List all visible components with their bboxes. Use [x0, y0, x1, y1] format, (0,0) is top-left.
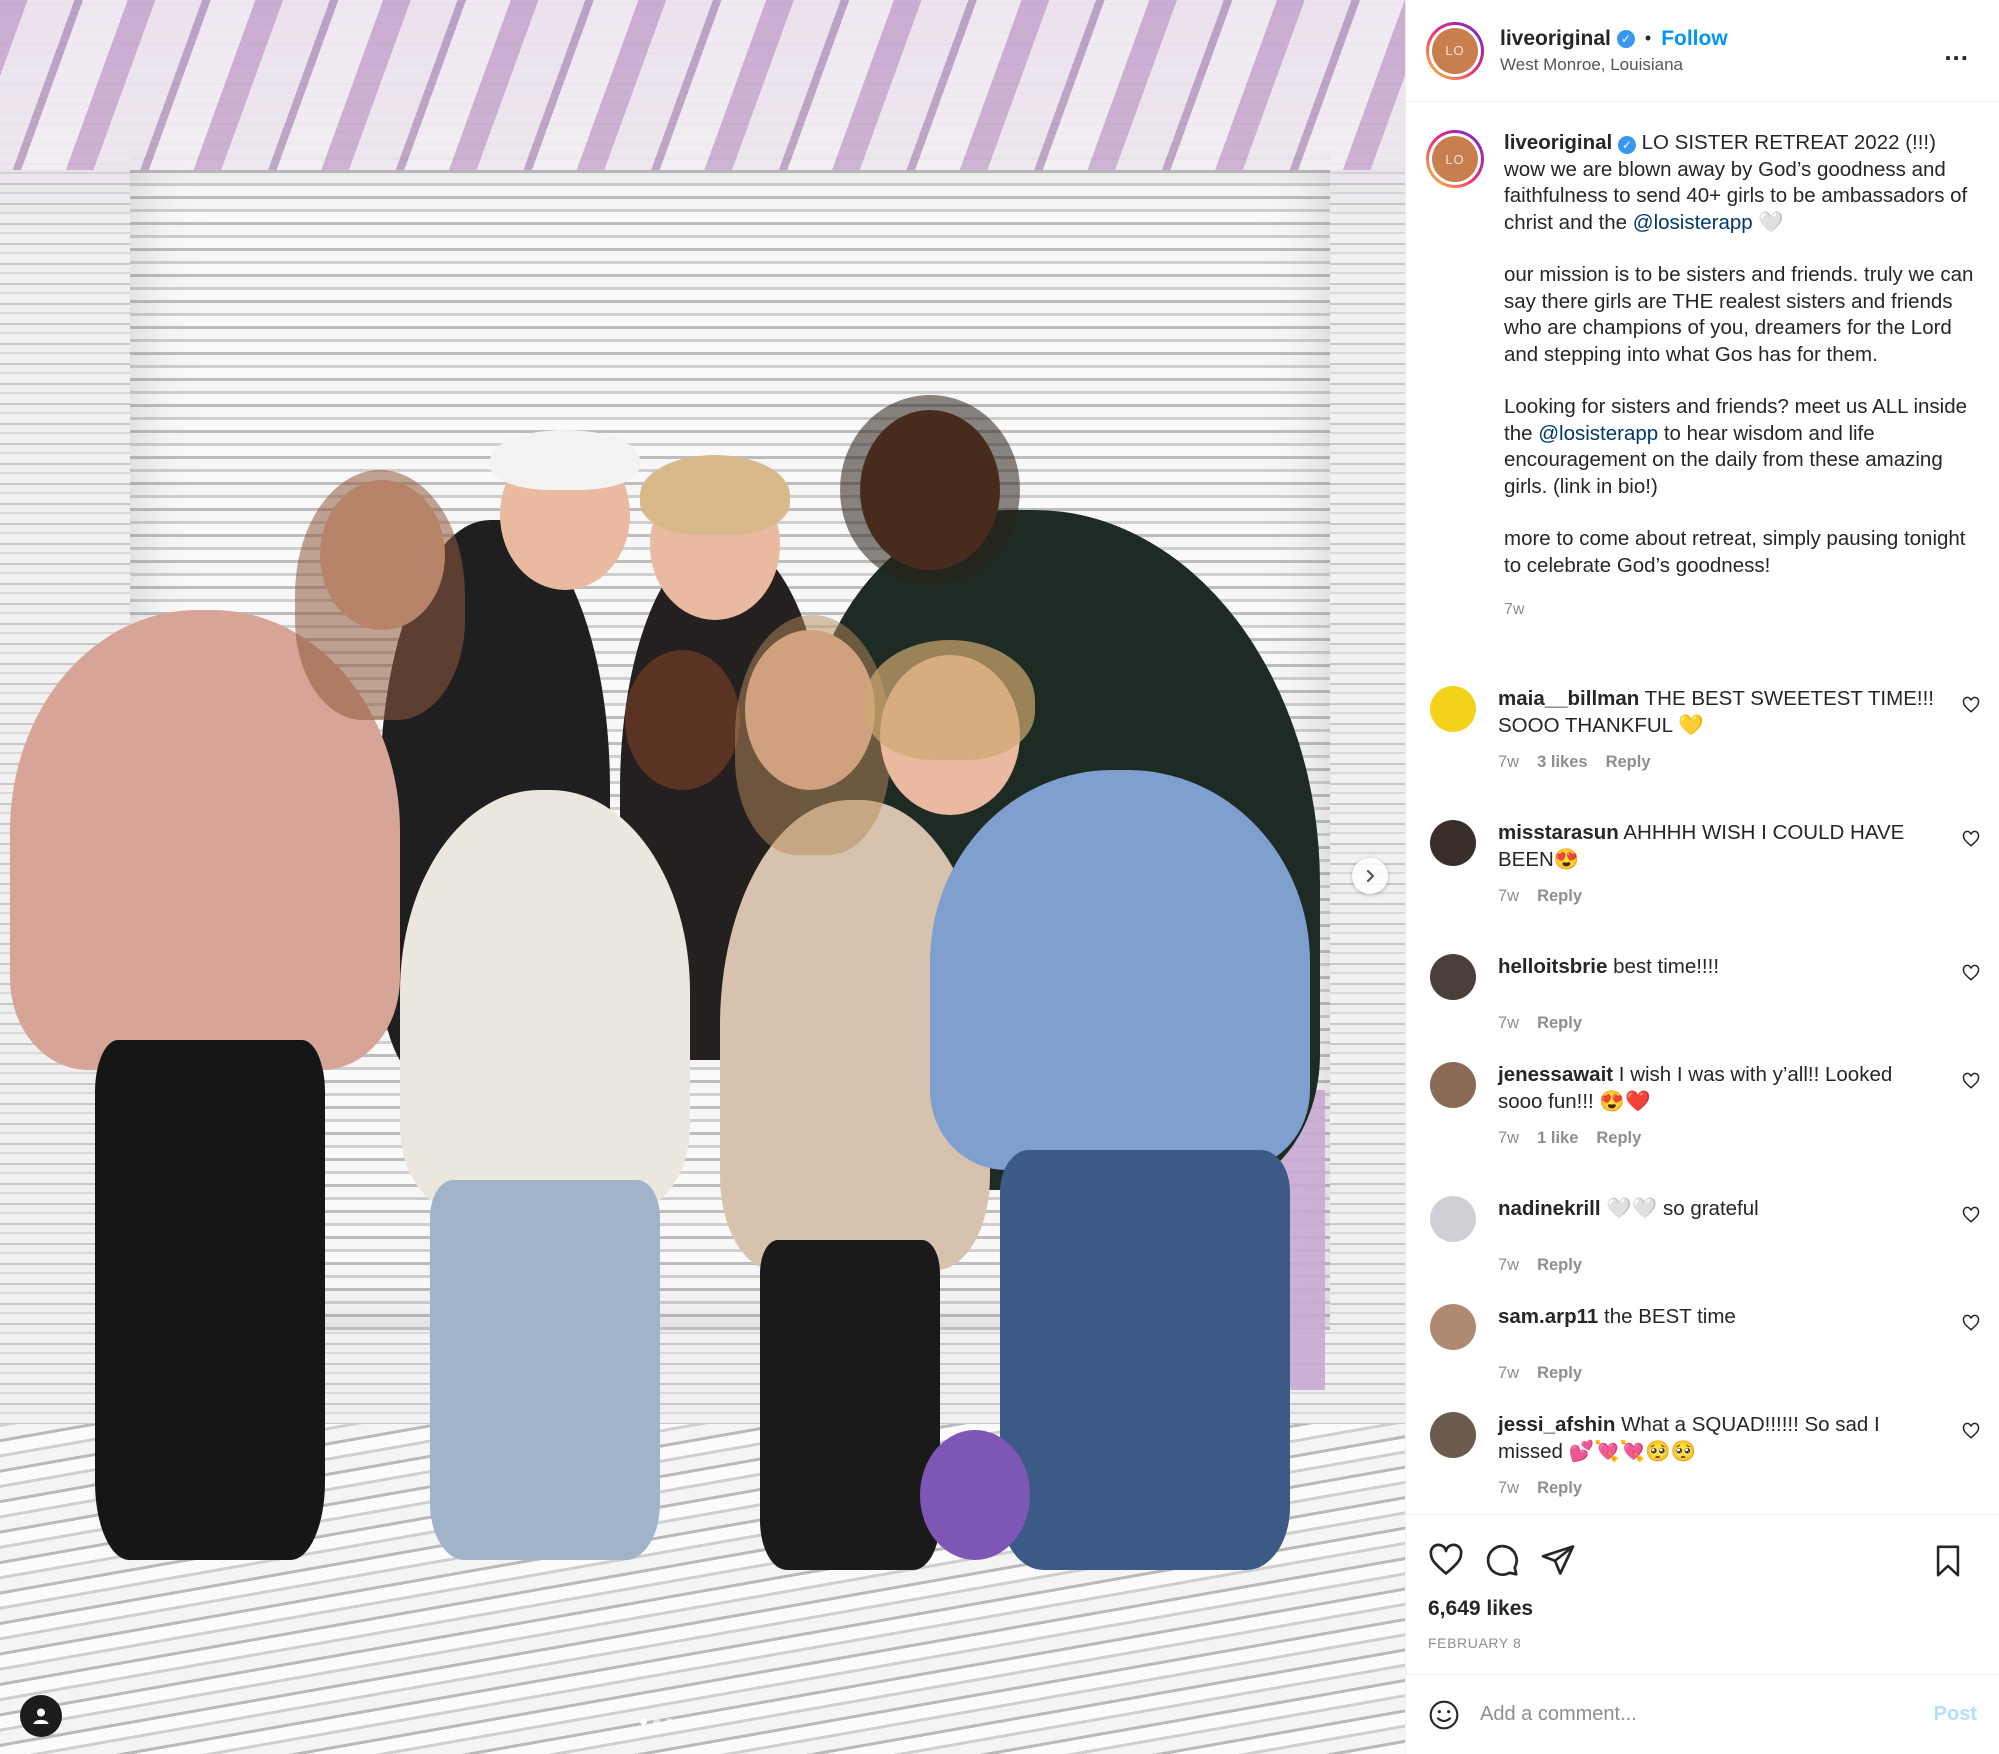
caption-emoji: 🤍 — [1758, 210, 1784, 234]
reply-button[interactable]: Reply — [1596, 1129, 1641, 1148]
comment-icon[interactable] — [1484, 1542, 1520, 1578]
post-header: LO liveoriginal ✓ • Follow West Monroe, … — [1406, 0, 1999, 102]
comment-time[interactable]: 7w — [1498, 1014, 1519, 1033]
comment-item: jenessawait I wish I was with y’all!! Lo… — [1426, 1062, 1986, 1148]
post-caption: LO liveoriginal ✓ LO SISTER RETREAT 2022… — [1406, 102, 1999, 624]
comment-text: best time!!!! — [1613, 955, 1720, 978]
comment-text: 🤍🤍 so grateful — [1606, 1197, 1759, 1220]
commenter-username[interactable]: misstarasun — [1498, 821, 1619, 844]
carousel-dot — [653, 1718, 660, 1725]
commenter-username[interactable]: maia__billman — [1498, 687, 1639, 710]
bookmark-icon[interactable] — [1931, 1543, 1965, 1579]
reply-button[interactable]: Reply — [1537, 887, 1582, 906]
verified-badge-icon: ✓ — [1617, 136, 1636, 155]
commenter-avatar[interactable] — [1430, 820, 1476, 866]
next-image-button[interactable] — [1352, 858, 1388, 894]
reply-button[interactable]: Reply — [1537, 1479, 1582, 1498]
comment-time[interactable]: 7w — [1498, 887, 1519, 906]
avatar-logo: LO — [1432, 27, 1478, 74]
like-comment-heart-icon[interactable] — [1962, 1072, 1980, 1090]
comment-item: sam.arp11 the BEST time 7w Reply — [1426, 1304, 1986, 1383]
commenter-username[interactable]: sam.arp11 — [1498, 1305, 1598, 1328]
carousel-dot — [679, 1718, 686, 1725]
photo-ceiling — [0, 0, 1405, 170]
comment-text: the BEST time — [1604, 1305, 1736, 1328]
caption-author-avatar[interactable]: LO — [1426, 130, 1484, 188]
add-comment-bar: Post — [1406, 1674, 1999, 1754]
like-comment-heart-icon[interactable] — [1962, 830, 1980, 848]
commenter-avatar[interactable] — [1430, 686, 1476, 732]
commenter-username[interactable]: jessi_afshin — [1498, 1413, 1615, 1436]
like-comment-heart-icon[interactable] — [1962, 964, 1980, 982]
caption-text-4: more to come about retreat, simply pausi… — [1504, 527, 1966, 577]
comment-item: misstarasun AHHHH WISH I COULD HAVE BEEN… — [1426, 820, 1986, 906]
carousel-indicator — [640, 1718, 699, 1725]
header-separator: • — [1644, 28, 1652, 48]
caption-mention[interactable]: @losisterapp — [1538, 422, 1658, 445]
post-sidebar: LO liveoriginal ✓ • Follow West Monroe, … — [1405, 0, 1999, 1754]
comment-likes[interactable]: 1 like — [1537, 1129, 1578, 1148]
comment-item: helloitsbrie best time!!!! 7w Reply — [1426, 954, 1986, 1033]
emoji-icon[interactable] — [1428, 1699, 1460, 1731]
verified-badge-icon: ✓ — [1616, 29, 1635, 48]
comment-likes[interactable]: 3 likes — [1537, 753, 1587, 772]
commenter-username[interactable]: helloitsbrie — [1498, 955, 1607, 978]
author-username[interactable]: liveoriginal — [1500, 27, 1611, 51]
more-options-button[interactable]: ... — [1944, 36, 1969, 67]
like-comment-heart-icon[interactable] — [1962, 1314, 1980, 1332]
like-comment-heart-icon[interactable] — [1962, 1206, 1980, 1224]
heart-icon[interactable] — [1428, 1542, 1464, 1578]
post-date[interactable]: FEBRUARY 8 — [1428, 1635, 1977, 1651]
avatar-logo: LO — [1432, 136, 1478, 182]
commenter-avatar[interactable] — [1430, 1412, 1476, 1458]
comment-item: maia__billman THE BEST SWEETEST TIME!!! … — [1426, 686, 1986, 772]
post-location[interactable]: West Monroe, Louisiana — [1500, 55, 1728, 75]
like-comment-heart-icon[interactable] — [1962, 1422, 1980, 1440]
share-icon[interactable] — [1540, 1542, 1576, 1578]
comment-time[interactable]: 7w — [1498, 753, 1519, 772]
caption-mention[interactable]: @losisterapp — [1633, 211, 1753, 234]
reply-button[interactable]: Reply — [1606, 753, 1651, 772]
post-actions: 6,649 likes FEBRUARY 8 — [1406, 1514, 1999, 1674]
commenter-avatar[interactable] — [1430, 1062, 1476, 1108]
carousel-dot-active — [640, 1718, 647, 1725]
commenter-username[interactable]: nadinekrill — [1498, 1197, 1601, 1220]
add-comment-input[interactable] — [1480, 1703, 1934, 1726]
commenter-avatar[interactable] — [1430, 1196, 1476, 1242]
reply-button[interactable]: Reply — [1537, 1014, 1582, 1033]
commenter-avatar[interactable] — [1430, 954, 1476, 1000]
author-avatar[interactable]: LO — [1426, 21, 1484, 80]
follow-button[interactable]: Follow — [1661, 27, 1728, 51]
commenter-avatar[interactable] — [1430, 1304, 1476, 1350]
caption-timestamp[interactable]: 7w — [1504, 597, 1974, 624]
chevron-right-icon — [1366, 869, 1375, 883]
like-comment-heart-icon[interactable] — [1962, 696, 1980, 714]
carousel-dot — [666, 1718, 673, 1725]
comment-item: nadinekrill 🤍🤍 so grateful 7w Reply — [1426, 1196, 1986, 1275]
like-count[interactable]: 6,649 likes — [1428, 1597, 1977, 1621]
user-icon — [33, 1708, 49, 1724]
commenter-username[interactable]: jenessawait — [1498, 1063, 1613, 1086]
caption-username[interactable]: liveoriginal — [1504, 131, 1612, 154]
carousel-dot — [692, 1718, 699, 1725]
caption-text-2: our mission is to be sisters and friends… — [1504, 263, 1974, 366]
comment-time[interactable]: 7w — [1498, 1364, 1519, 1383]
comment-time[interactable]: 7w — [1498, 1479, 1519, 1498]
comments-scroll-area[interactable]: LO liveoriginal ✓ LO SISTER RETREAT 2022… — [1406, 102, 1999, 1514]
post-comment-button[interactable]: Post — [1934, 1703, 1977, 1726]
comment-item: jessi_afshin What a SQUAD!!!!!! So sad I… — [1426, 1412, 1986, 1498]
tagged-users-button[interactable] — [20, 1695, 62, 1737]
comment-time[interactable]: 7w — [1498, 1256, 1519, 1275]
comment-time[interactable]: 7w — [1498, 1129, 1519, 1148]
reply-button[interactable]: Reply — [1537, 1364, 1582, 1383]
reply-button[interactable]: Reply — [1537, 1256, 1582, 1275]
post-photo[interactable] — [0, 0, 1405, 1754]
